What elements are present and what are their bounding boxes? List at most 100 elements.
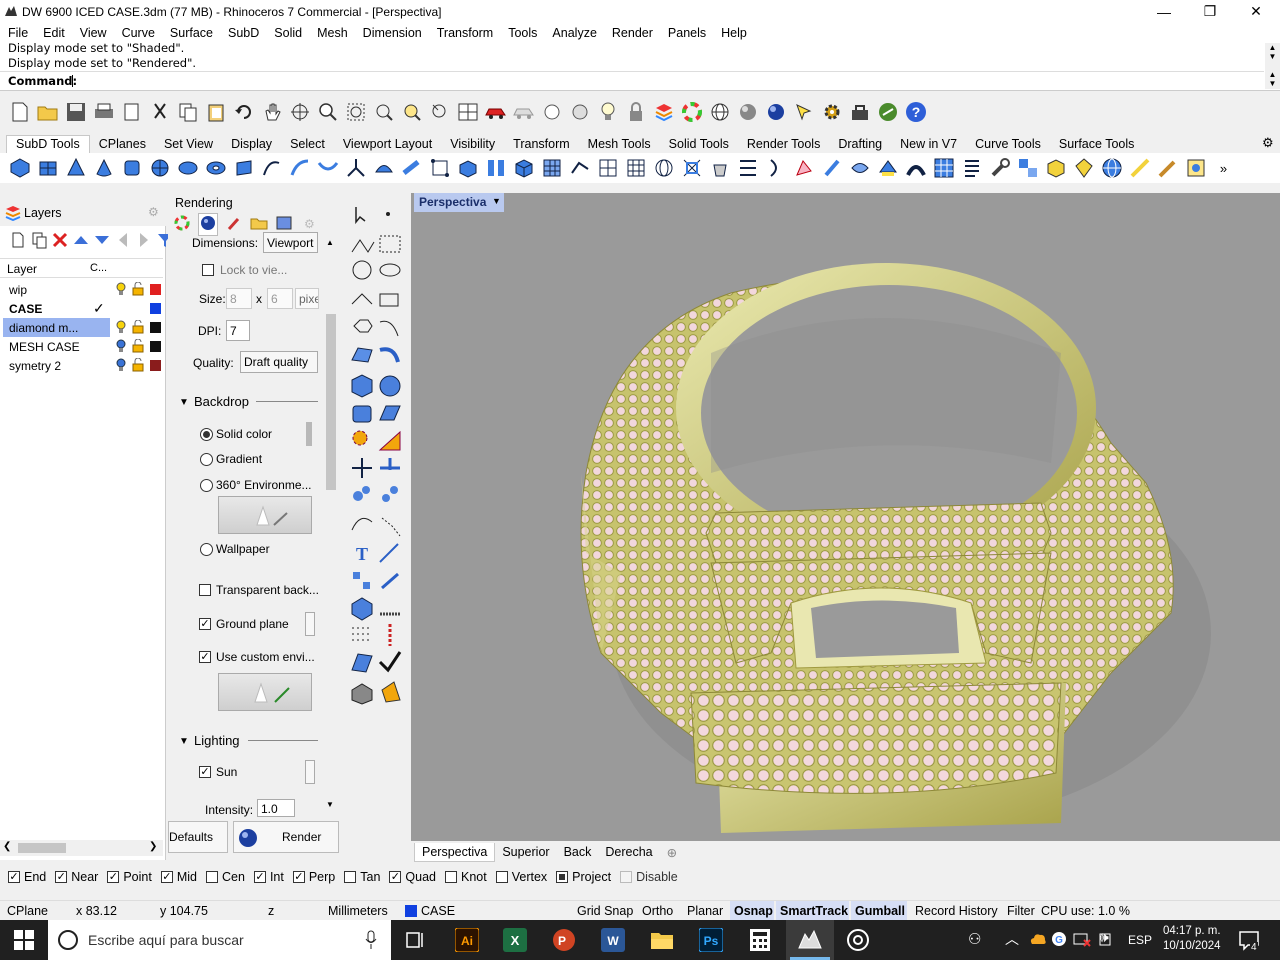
current-layer-check-icon[interactable]: ✓ (93, 300, 105, 317)
layers-col-layer[interactable]: Layer (7, 262, 37, 276)
radio-unselected[interactable] (200, 452, 213, 466)
light-bulb-icon[interactable] (116, 282, 126, 299)
cplane-label[interactable]: CPlane (7, 904, 48, 918)
wallpaper-option[interactable]: Wallpaper (200, 542, 270, 556)
layer-color-swatch[interactable] (150, 360, 161, 371)
color-swatch-handle[interactable] (306, 422, 312, 446)
move-layer-up-icon[interactable] (72, 231, 90, 252)
viewport-perspective[interactable]: Perspectiva ▼ (411, 193, 1280, 841)
grasshopper-icon[interactable] (875, 100, 900, 125)
unlock-icon[interactable] (132, 319, 144, 337)
gradient-option[interactable]: Gradient (200, 452, 262, 466)
units-label[interactable]: Millimeters (328, 904, 388, 918)
sun-settings-button[interactable] (305, 760, 315, 784)
osnap-cen-option[interactable]: Cen (206, 870, 245, 884)
subd-weld-icon[interactable] (567, 156, 592, 181)
sun-option[interactable]: ✓ Sun (199, 765, 237, 779)
rendered-sphere-icon[interactable] (763, 100, 788, 125)
rendering-vertical-scrollbar[interactable]: ▲ ▼ (325, 238, 337, 812)
ground-plane-option[interactable]: ✓ Ground plane (199, 617, 289, 631)
close-button[interactable]: ✕ (1233, 0, 1279, 23)
subd-yellow-cube-icon[interactable] (1043, 156, 1068, 181)
layer-icon[interactable] (651, 100, 676, 125)
light-bulb-icon[interactable] (595, 100, 620, 125)
toolbox-icon[interactable] (847, 100, 872, 125)
osnap-near-option[interactable]: ✓ Near (55, 870, 98, 884)
osnap-vertex-checkbox[interactable] (495, 871, 508, 883)
select-filter-icon[interactable] (791, 100, 816, 125)
solid-color-option[interactable]: Solid color (200, 427, 272, 441)
layers-panel-title[interactable]: Layers (24, 206, 62, 220)
dimensions-dropdown[interactable]: Viewport (263, 232, 318, 253)
subd-crystal-icon[interactable] (1071, 156, 1096, 181)
template-icon[interactable] (119, 100, 144, 125)
shaded-sphere-icon[interactable] (735, 100, 760, 125)
cut-icon[interactable] (147, 100, 172, 125)
osnap-tan-option[interactable]: Tan (344, 870, 380, 884)
undo-icon[interactable] (231, 100, 256, 125)
material-brush-icon[interactable] (226, 215, 242, 234)
subd-align-icon[interactable] (735, 156, 760, 181)
taskbar-search-box[interactable]: Escribe aquí para buscar (48, 920, 391, 960)
subd-slide-icon[interactable] (763, 156, 788, 181)
custom-environment-checkbox[interactable]: ✓ (199, 651, 211, 663)
record-history-toggle[interactable]: Record History (915, 904, 998, 918)
menu-help[interactable]: Help (713, 26, 754, 40)
quality-dropdown[interactable]: Draft quality (240, 351, 318, 373)
custom-environment-option[interactable]: ✓ Use custom envi... (199, 650, 315, 664)
layer-name[interactable]: MESH CASE (9, 340, 80, 354)
calculator-icon[interactable] (750, 929, 770, 954)
subd-pipe-icon[interactable] (399, 156, 424, 181)
subd-patch-icon[interactable] (371, 156, 396, 181)
tab-back[interactable]: Back (557, 843, 599, 861)
excel-app-icon[interactable]: X (503, 928, 527, 955)
car-ghosted-icon[interactable] (511, 100, 536, 125)
radio-selected[interactable] (200, 427, 213, 441)
tool-palette-icons[interactable]: T (346, 200, 404, 710)
subd-objects-icon[interactable] (1015, 156, 1040, 181)
layers-col-current[interactable]: C... (90, 262, 107, 274)
defaults-button[interactable]: Defaults (168, 821, 228, 853)
tab-render-tools[interactable]: Render Tools (738, 136, 829, 153)
menu-view[interactable]: View (72, 26, 114, 40)
scroll-right-icon[interactable]: ❯ (149, 841, 157, 852)
osnap-project-option[interactable]: Project (556, 870, 611, 884)
osnap-knot-checkbox[interactable] (445, 871, 457, 883)
lock-to-viewport-option[interactable]: Lock to vie... (202, 263, 287, 277)
open-file-icon[interactable] (35, 100, 60, 125)
viewport-menu-chevron-icon[interactable]: ▼ (492, 196, 501, 206)
light-bulb-off-icon[interactable] (116, 339, 126, 356)
osnap-point-checkbox[interactable]: ✓ (107, 871, 120, 883)
tray-cloud-icon[interactable] (1029, 931, 1047, 950)
help-icon[interactable]: ? (903, 100, 928, 125)
unlock-icon[interactable] (132, 281, 144, 299)
subd-yellow-box-icon[interactable] (1183, 156, 1208, 181)
subd-cone2-icon[interactable] (91, 156, 116, 181)
tab-set-view[interactable]: Set View (155, 136, 222, 153)
osnap-end-option[interactable]: ✓ End (8, 870, 46, 884)
osnap-mid-checkbox[interactable]: ✓ (160, 871, 173, 883)
rhino-taskbar-icon[interactable] (797, 928, 823, 955)
layer-name[interactable]: CASE (9, 302, 42, 316)
gumball-toggle[interactable]: Gumball (855, 904, 905, 918)
osnap-vertex-option[interactable]: Vertex (495, 870, 547, 884)
subd-crease-icon[interactable] (679, 156, 704, 181)
volume-icon[interactable]: 🕪 (1100, 929, 1109, 946)
tab-select[interactable]: Select (281, 136, 334, 153)
subd-tube-icon[interactable] (231, 156, 256, 181)
subd-globe-grid-icon[interactable] (1099, 156, 1124, 181)
windows-start-icon[interactable] (14, 930, 34, 953)
wireframe-sphere-icon[interactable] (707, 100, 732, 125)
menu-mesh[interactable]: Mesh (309, 26, 355, 40)
subd-sweep-icon[interactable] (315, 156, 340, 181)
delete-layer-icon[interactable] (51, 231, 69, 252)
tray-network-icon[interactable] (1073, 931, 1091, 950)
word-app-icon[interactable]: W (601, 928, 625, 955)
isolate-icon[interactable] (539, 100, 564, 125)
texture-icon[interactable] (276, 216, 292, 233)
illustrator-app-icon[interactable]: Ai (454, 927, 480, 955)
options-gear-icon[interactable] (819, 100, 844, 125)
osnap-perp-checkbox[interactable]: ✓ (292, 871, 305, 883)
subd-flip-icon[interactable] (875, 156, 900, 181)
layer-row[interactable]: symetry 2 (0, 356, 163, 375)
